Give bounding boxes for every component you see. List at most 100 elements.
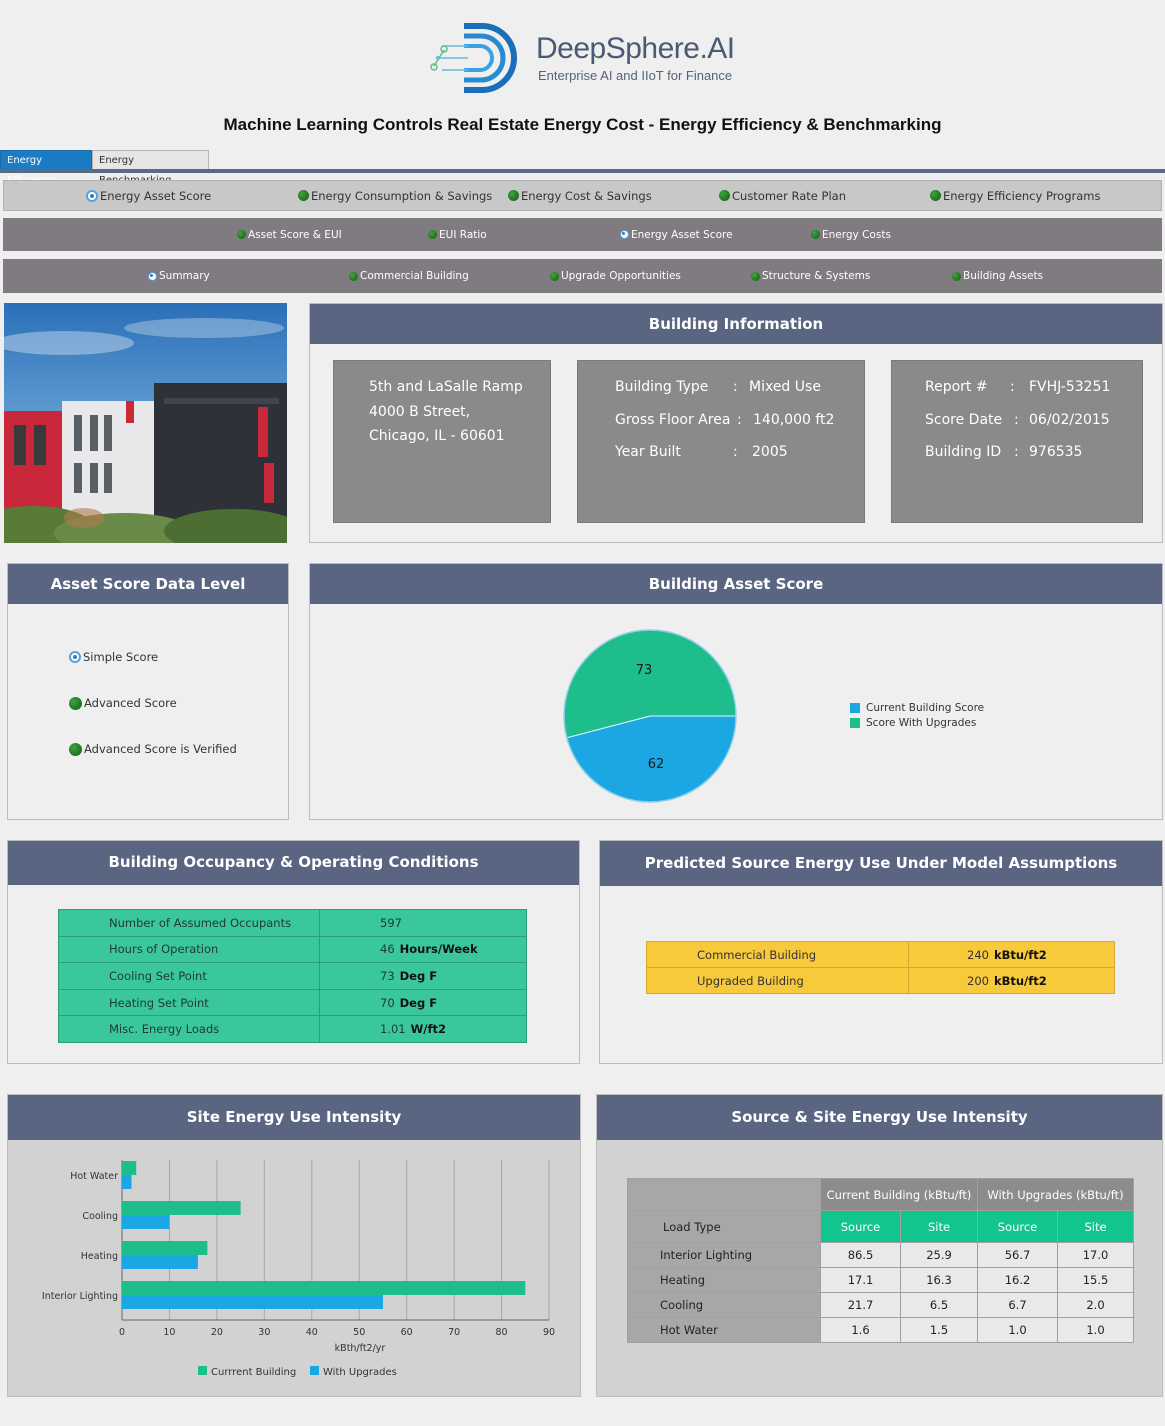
site-eui-bar-chart: 0 10 20 30 40 50 60 70 80 90 Hot Water Cooling Heati…: [42, 1160, 555, 1378]
gross-floor-area-value: 140,000 ft2: [753, 412, 835, 428]
separator: :: [1014, 412, 1019, 428]
nav-summary[interactable]: Summary: [148, 270, 210, 282]
bar: [122, 1295, 383, 1309]
table-row: Misc. Energy Loads 1.01 W/ft2: [58, 1015, 527, 1043]
site-eui-panel: Site Energy Use Intensity 0 10 20 30 40 50 60 7…: [7, 1094, 581, 1397]
separator: :: [733, 379, 738, 395]
nav-upgrade-opportunities[interactable]: Upgrade Opportunities: [550, 270, 681, 282]
x-tick-label: 80: [496, 1327, 508, 1338]
current-site-cell: 25.9: [900, 1242, 978, 1268]
occupancy-panel: Building Occupancy & Operating Condition…: [7, 840, 580, 1064]
building-asset-score-panel: Building Asset Score 62 73 Current Buildi…: [309, 563, 1163, 820]
building-illustration: [4, 318, 287, 543]
current-site-cell: 16.3: [900, 1267, 978, 1293]
brand-logo: DeepSphere.AI Enterprise AI and IIoT for…: [428, 20, 738, 98]
nav-eui-ratio[interactable]: EUI Ratio: [428, 229, 487, 241]
building-id-label: Building ID: [925, 444, 1002, 460]
table-row: Cooling 21.7 6.5 6.7 2.0: [627, 1292, 1134, 1318]
bar: [122, 1175, 132, 1189]
tab-energy-efficiency[interactable]: Energy Efficiency: [0, 150, 92, 186]
tab-energy-benchmarking[interactable]: Energy Benchmarking: [92, 150, 209, 186]
table-row: Cooling Set Point 73 Deg F: [58, 962, 527, 990]
legend-swatch: [198, 1366, 207, 1375]
row-label: Number of Assumed Occupants: [58, 909, 320, 937]
nav-label: Energy Asset Score: [100, 188, 212, 203]
nav-energy-efficiency-programs[interactable]: Energy Efficiency Programs: [930, 189, 1100, 203]
radio-icon: [550, 271, 559, 281]
current-source-cell: 21.7: [820, 1292, 901, 1318]
address-line-1: 5th and LaSalle Ramp: [369, 379, 523, 395]
value-number: 240: [967, 947, 989, 962]
y-category-label: Heating: [81, 1251, 118, 1262]
load-type-header: Load Type: [627, 1210, 821, 1243]
page-title: Machine Learning Controls Real Estate En…: [223, 115, 942, 134]
table-row: Commercial Building 240 kBtu/ft2: [646, 941, 1115, 968]
row-label: Hours of Operation: [58, 935, 320, 964]
nav-label: Commercial Building: [360, 270, 469, 282]
radio-selected-icon: [148, 271, 157, 281]
option-label: Advanced Score: [84, 696, 177, 710]
separator: :: [1010, 379, 1015, 395]
row-value: 597: [319, 909, 527, 937]
x-tick-label: 20: [211, 1327, 223, 1338]
radio-icon: [751, 271, 760, 281]
nav-asset-score-eui[interactable]: Asset Score & EUI: [237, 229, 342, 241]
building-photo: [4, 303, 287, 543]
group-upgrades-header: With Upgrades (kBtu/ft): [977, 1178, 1134, 1211]
x-axis-label: kBth/ft2/yr: [335, 1343, 386, 1354]
value-unit: Deg F: [399, 968, 438, 983]
panel-title: Building Occupancy & Operating Condition…: [8, 841, 579, 885]
nav-energy-cost-savings[interactable]: Energy Cost & Savings: [508, 189, 652, 203]
panel-title: Predicted Source Energy Use Under Model …: [600, 841, 1162, 886]
upgrades-source-cell: 6.7: [977, 1292, 1058, 1318]
load-type-cell: Heating: [627, 1267, 821, 1293]
x-tick-label: 10: [163, 1327, 175, 1338]
bar: [122, 1241, 208, 1255]
building-info-panel: Building Information 5th and LaSalle Ram…: [309, 303, 1163, 543]
nav-main: Energy Asset Score Energy Consumption & …: [3, 180, 1162, 211]
nav-label: Summary: [159, 270, 210, 282]
bar: [122, 1281, 526, 1295]
corner-cell: [627, 1178, 821, 1211]
address-line-3: Chicago, IL - 60601: [369, 428, 505, 444]
table-row: Heating 17.1 16.3 16.2 15.5: [627, 1267, 1134, 1293]
option-simple-score[interactable]: Simple Score: [69, 650, 158, 664]
y-category-label: Cooling: [82, 1211, 118, 1222]
y-category-label: Hot Water: [70, 1171, 118, 1182]
nav-label: EUI Ratio: [439, 228, 487, 241]
nav-label: Energy Cost & Savings: [521, 188, 652, 203]
current-source-cell: 17.1: [820, 1267, 901, 1293]
upgrades-site-cell: 2.0: [1057, 1292, 1134, 1318]
radio-icon: [952, 271, 961, 281]
source-header: Source: [977, 1210, 1058, 1243]
option-advanced-score[interactable]: Advanced Score: [69, 696, 177, 710]
nav-building-assets[interactable]: Building Assets: [952, 270, 1043, 282]
predicted-energy-panel: Predicted Source Energy Use Under Model …: [599, 840, 1163, 1064]
nav-commercial-building[interactable]: Commercial Building: [349, 270, 469, 282]
gross-floor-area-label: Gross Floor Area: [615, 412, 731, 428]
x-tick-label: 0: [119, 1327, 125, 1338]
radio-icon: [69, 696, 82, 710]
nav-customer-rate-plan[interactable]: Customer Rate Plan: [719, 189, 846, 203]
bar: [122, 1161, 137, 1175]
y-category-label: Interior Lighting: [42, 1291, 118, 1302]
panel-title: Site Energy Use Intensity: [8, 1095, 580, 1140]
row-label: Misc. Energy Loads: [58, 1015, 320, 1043]
radio-icon: [508, 190, 519, 201]
value-number: 46: [380, 942, 395, 957]
legend-swatch: [310, 1366, 319, 1375]
nav-energy-asset-score[interactable]: Energy Asset Score: [86, 189, 211, 203]
x-tick-label: 90: [543, 1327, 555, 1338]
nav-energy-consumption-savings[interactable]: Energy Consumption & Savings: [298, 189, 492, 203]
nav-energy-asset-score-sub[interactable]: Energy Asset Score: [620, 229, 733, 241]
value-unit: Deg F: [399, 995, 438, 1010]
upgrades-source-cell: 16.2: [977, 1267, 1058, 1293]
legend-item: Score With Upgrades: [850, 715, 984, 730]
nav-label: Energy Asset Score: [631, 228, 733, 241]
brand-name: DeepSphere.AI: [536, 32, 735, 65]
nav-structure-systems[interactable]: Structure & Systems: [751, 270, 870, 282]
upgrades-site-cell: 17.0: [1057, 1242, 1134, 1268]
option-advanced-verified[interactable]: Advanced Score is Verified: [69, 742, 237, 756]
nav-energy-costs[interactable]: Energy Costs: [811, 229, 891, 241]
bar: [122, 1215, 170, 1229]
